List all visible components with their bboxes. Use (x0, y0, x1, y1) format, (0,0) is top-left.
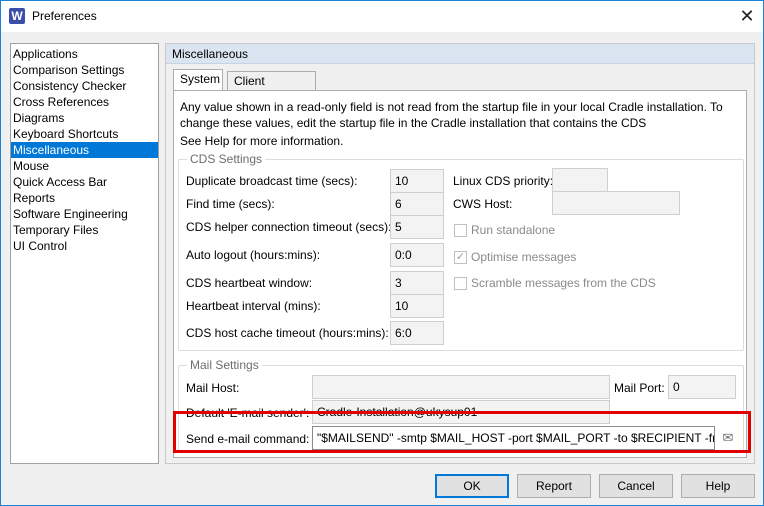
mail-icon[interactable]: ✉ (719, 430, 737, 446)
app-icon: W (9, 8, 25, 24)
preferences-window: W Preferences ✕ Applications Comparison … (0, 0, 764, 506)
sidebar-item-reports[interactable]: Reports (11, 190, 158, 206)
help-button[interactable]: Help (681, 474, 755, 498)
heartbeat-window-label: CDS heartbeat window: (186, 276, 313, 290)
helper-timeout-label: CDS helper connection timeout (secs): (186, 220, 392, 234)
email-sender-label: Default 'E-mail sender': (186, 406, 310, 420)
mail-port-label: Mail Port: (614, 381, 665, 395)
heartbeat-interval-label: Heartbeat interval (mins): (186, 299, 321, 313)
panel-header: Miscellaneous (166, 44, 754, 64)
sidebar-item-quick-access-bar[interactable]: Quick Access Bar (11, 174, 158, 190)
sidebar-item-keyboard-shortcuts[interactable]: Keyboard Shortcuts (11, 126, 158, 142)
mail-settings-label: Mail Settings (187, 358, 262, 372)
close-icon[interactable]: ✕ (731, 1, 763, 32)
optimise-messages-label: Optimise messages (471, 250, 577, 264)
sidebar-item-comparison-settings[interactable]: Comparison Settings (11, 62, 158, 78)
ok-button[interactable]: OK (435, 474, 509, 498)
sidebar-item-diagrams[interactable]: Diagrams (11, 110, 158, 126)
sidebar-item-software-engineering[interactable]: Software Engineering (11, 206, 158, 222)
sidebar-item-mouse[interactable]: Mouse (11, 158, 158, 174)
sidebar-item-cross-references[interactable]: Cross References (11, 94, 158, 110)
cws-host-label: CWS Host: (453, 197, 513, 211)
find-time-field[interactable]: 6 (390, 192, 444, 216)
run-standalone-label: Run standalone (471, 223, 556, 237)
settings-panel: Miscellaneous System Client Settings Any… (165, 43, 755, 464)
sidebar-item-applications[interactable]: Applications (11, 46, 158, 62)
sidebar-item-miscellaneous[interactable]: Miscellaneous (11, 142, 158, 158)
cws-host-field[interactable] (552, 191, 680, 215)
info-text: Any value shown in a read-only field is … (180, 100, 723, 130)
duplicate-broadcast-label: Duplicate broadcast time (secs): (186, 174, 358, 188)
cache-timeout-label: CDS host cache timeout (hours:mins): (186, 326, 389, 340)
helper-timeout-field[interactable]: 5 (390, 215, 444, 239)
heartbeat-interval-field[interactable]: 10 (390, 294, 444, 318)
mail-host-field[interactable] (312, 375, 610, 399)
linux-priority-field[interactable] (552, 168, 608, 192)
heartbeat-window-field[interactable]: 3 (390, 271, 444, 295)
sidebar-item-consistency-checker[interactable]: Consistency Checker (11, 78, 158, 94)
scramble-messages-label: Scramble messages from the CDS (471, 276, 656, 290)
send-email-command-label: Send e-mail command: (186, 432, 310, 446)
linux-priority-label: Linux CDS priority: (453, 174, 554, 188)
sidebar-item-ui-control[interactable]: UI Control (11, 238, 158, 254)
sidebar-item-temporary-files[interactable]: Temporary Files (11, 222, 158, 238)
duplicate-broadcast-field[interactable]: 10 (390, 169, 444, 193)
email-sender-field[interactable]: Cradle-Installation@ukysup01 (312, 400, 610, 424)
mail-settings-group: Mail Settings Mail Host: Mail Port: 0 De… (178, 358, 744, 453)
tab-system[interactable]: System (173, 69, 223, 91)
mail-port-field[interactable]: 0 (668, 375, 736, 399)
cds-settings-group: CDS Settings Duplicate broadcast time (s… (178, 152, 744, 351)
report-button[interactable]: Report (517, 474, 591, 498)
system-tab-content: Any value shown in a read-only field is … (173, 90, 747, 458)
run-standalone-checkbox[interactable] (454, 224, 467, 237)
help-hint-text: See Help for more information. (180, 134, 344, 148)
title-bar: W Preferences ✕ (1, 1, 763, 32)
find-time-label: Find time (secs): (186, 197, 275, 211)
auto-logout-field[interactable]: 0:0 (390, 243, 444, 267)
auto-logout-label: Auto logout (hours:mins): (186, 248, 321, 262)
mail-host-label: Mail Host: (186, 381, 240, 395)
cancel-button[interactable]: Cancel (599, 474, 673, 498)
scramble-messages-checkbox[interactable] (454, 277, 467, 290)
send-email-command-field[interactable]: "$MAILSEND" -smtp $MAIL_HOST -port $MAIL… (312, 426, 715, 450)
cds-settings-label: CDS Settings (187, 152, 266, 166)
optimise-messages-checkbox[interactable]: ✓ (454, 251, 467, 264)
cache-timeout-field[interactable]: 6:0 (390, 321, 444, 345)
window-title: Preferences (32, 9, 97, 23)
tab-client-settings[interactable]: Client Settings (227, 71, 316, 106)
category-list[interactable]: Applications Comparison Settings Consist… (10, 43, 159, 464)
